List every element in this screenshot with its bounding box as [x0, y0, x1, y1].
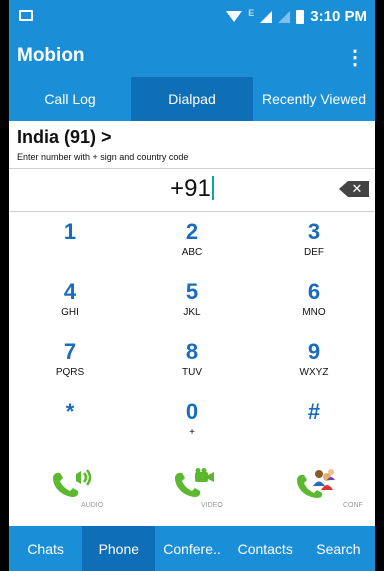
key-0[interactable]: 0 + — [131, 400, 253, 460]
country-selector[interactable]: India (91) > Enter number with + sign an… — [9, 121, 375, 169]
key-digit: # — [307, 399, 321, 424]
key-digit: 0 — [185, 399, 199, 424]
tab-dialpad[interactable]: Dialpad — [131, 77, 253, 121]
key-letters: DEF — [304, 247, 324, 258]
key-letters: ABC — [181, 247, 203, 258]
nav-conference[interactable]: Confere.. — [155, 526, 228, 571]
key-letters: TUV — [182, 367, 202, 378]
conference-call-button[interactable]: CONF — [253, 460, 375, 520]
nav-chats[interactable]: Chats — [9, 526, 82, 571]
key-digit: 6 — [307, 279, 321, 304]
key-6[interactable]: 6 MNO — [253, 280, 375, 340]
tab-call-log[interactable]: Call Log — [9, 77, 131, 121]
key-letters: MNO — [302, 307, 326, 318]
status-bar: E 3:10 PM — [9, 0, 375, 35]
number-hint: Enter number with + sign and country cod… — [17, 152, 189, 162]
key-digit: 1 — [63, 219, 77, 244]
key-1[interactable]: 1 — [9, 220, 131, 280]
key-digit: * — [65, 399, 75, 424]
key-digit: 2 — [185, 219, 199, 244]
key-star[interactable]: * — [9, 400, 131, 460]
country-name[interactable]: India (91) > — [17, 127, 367, 148]
key-digit: 9 — [307, 339, 321, 364]
number-value[interactable]: +91 — [170, 175, 211, 202]
network-type-label: E — [248, 7, 255, 18]
key-letters: PQRS — [55, 367, 85, 378]
call-buttons: AUDIO VIDEO CONF — [9, 460, 375, 520]
key-digit: 4 — [63, 279, 77, 304]
wifi-icon — [226, 11, 243, 22]
conference-call-icon — [297, 469, 335, 498]
key-5[interactable]: 5 JKL — [131, 280, 253, 340]
key-2[interactable]: 2 ABC — [131, 220, 253, 280]
gallery-notification-icon — [19, 10, 33, 21]
key-letters: GHI — [61, 307, 79, 318]
top-tabs: Call Log Dialpad Recently Viewed — [9, 77, 375, 121]
signal-icon — [260, 10, 273, 23]
number-field[interactable]: +91 ✕ — [9, 169, 375, 212]
tab-recently-viewed[interactable]: Recently Viewed — [253, 77, 375, 121]
audio-call-icon — [53, 469, 92, 497]
key-7[interactable]: 7 PQRS — [9, 340, 131, 400]
nav-contacts[interactable]: Contacts — [229, 526, 302, 571]
dialpad: 1 2 ABC 3 DEF 4 GHI 5 JKL 6 MNO 7 PQRS 8 TUV 9 W… — [9, 220, 375, 460]
audio-call-button[interactable]: AUDIO — [9, 460, 131, 520]
video-call-label: VIDEO — [201, 502, 223, 509]
key-letters: WXYZ — [299, 367, 329, 378]
key-3[interactable]: 3 DEF — [253, 220, 375, 280]
key-digit: 5 — [185, 279, 199, 304]
key-4[interactable]: 4 GHI — [9, 280, 131, 340]
key-letters: JKL — [183, 307, 201, 318]
app-bar: Mobion ⋮ — [9, 35, 375, 77]
more-vert-icon[interactable]: ⋮ — [345, 45, 365, 70]
video-call-icon — [175, 468, 214, 497]
app-frame: E 3:10 PM Mobion ⋮ Call Log Dialpad Rece… — [9, 0, 375, 571]
key-hash[interactable]: # — [253, 400, 375, 460]
video-call-button[interactable]: VIDEO — [131, 460, 253, 520]
battery-icon — [296, 9, 305, 24]
bottom-nav: Chats Phone Confere.. Contacts Search — [9, 526, 375, 571]
audio-call-label: AUDIO — [81, 502, 104, 509]
status-time: 3:10 PM — [310, 8, 367, 25]
app-title: Mobion — [17, 45, 85, 66]
key-letters: + — [189, 427, 195, 438]
conference-call-label: CONF — [343, 502, 363, 509]
key-digit: 8 — [185, 339, 199, 364]
nav-phone[interactable]: Phone — [82, 526, 156, 571]
signal-secondary-icon — [278, 10, 291, 23]
key-digit: 7 — [63, 339, 77, 364]
key-9[interactable]: 9 WXYZ — [253, 340, 375, 400]
key-digit: 3 — [307, 219, 321, 244]
nav-search[interactable]: Search — [302, 526, 375, 571]
text-cursor — [211, 176, 214, 200]
key-8[interactable]: 8 TUV — [131, 340, 253, 400]
